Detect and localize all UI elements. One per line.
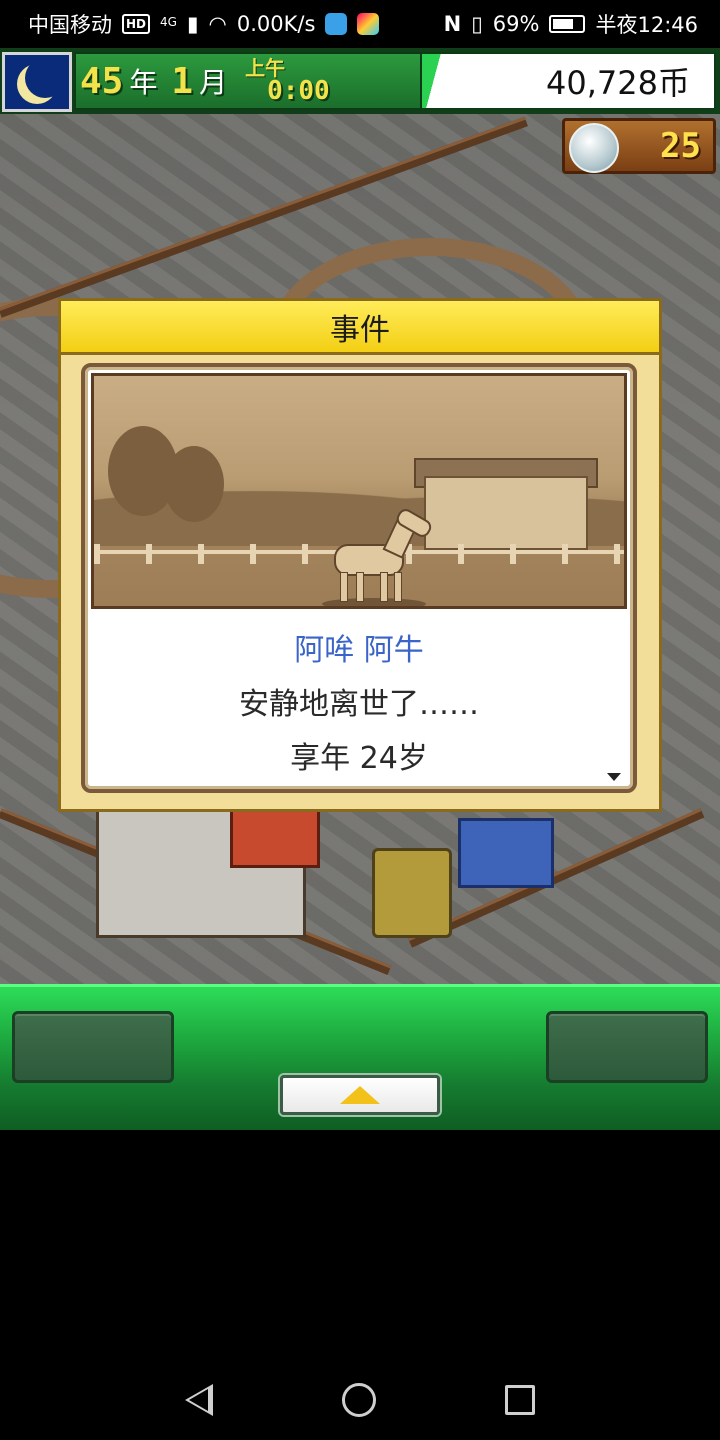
recent-apps-icon[interactable]	[505, 1385, 536, 1415]
battery-percent: 69%	[492, 12, 540, 36]
signal-icon: ▮	[186, 12, 199, 36]
moon-icon	[25, 58, 65, 98]
horse-leg	[380, 572, 388, 602]
system-nav-bar	[0, 1360, 720, 1440]
medal-counter[interactable]: 25	[562, 118, 716, 174]
horse-statue[interactable]	[372, 848, 452, 938]
horse-leg	[340, 572, 348, 602]
expand-menu-button[interactable]	[280, 1075, 440, 1115]
stable-roof	[230, 808, 320, 868]
message-line-1: 安静地离世了……	[239, 687, 479, 722]
month-number: 1	[171, 60, 194, 102]
event-illustration	[91, 373, 627, 609]
home-icon[interactable]	[341, 1383, 376, 1417]
horse-leg	[394, 572, 402, 602]
hd-badge: HD	[122, 14, 151, 34]
horse-shadow	[322, 598, 426, 606]
event-dialog[interactable]: 事件 阿哞 阿牛 安静地离世了…… 享年 24岁	[58, 298, 662, 812]
wifi-icon: ◠	[208, 12, 227, 36]
horse-medal-icon	[569, 123, 619, 173]
message-line-2: 享年 24岁	[290, 741, 428, 776]
horse-leg	[356, 572, 364, 602]
month-unit: 月	[199, 66, 228, 99]
status-bar: 中国移动 HD 4G ▮ ◠ 0.00K/s N ▯ 69% 半夜12:46	[0, 0, 720, 48]
year-number: 45	[80, 60, 124, 102]
ampm-label: 上午	[245, 56, 286, 80]
year-unit: 年	[129, 66, 158, 99]
app-notification-icon	[325, 13, 348, 35]
money-amount: 40,728币	[546, 64, 690, 102]
back-icon[interactable]	[184, 1384, 213, 1416]
blue-house[interactable]	[458, 818, 554, 888]
game-viewport[interactable]: 45 年 1 月 上午 0:00 40,728币 25 事件 阿哞 阿牛 安静地…	[0, 48, 720, 1130]
time-of-day-indicator	[2, 52, 72, 112]
fence	[407, 808, 705, 948]
money-display: 40,728币	[420, 52, 716, 110]
barn	[424, 476, 588, 550]
clock: 半夜12:46	[595, 13, 698, 37]
bottom-control-bar	[0, 984, 720, 1130]
event-message: 阿哞 阿牛 安静地离世了…… 享年 24岁	[85, 625, 633, 787]
horse-name: 阿哞 阿牛	[294, 633, 424, 668]
tree	[164, 446, 224, 522]
right-menu-button[interactable]	[546, 1011, 708, 1083]
up-arrow-icon	[340, 1086, 380, 1104]
carrier-label: 中国移动	[28, 13, 112, 37]
left-menu-button[interactable]	[12, 1011, 174, 1083]
network-type: 4G	[160, 15, 177, 29]
medal-count: 25	[660, 126, 701, 166]
clock-time: 0:00	[267, 76, 330, 106]
time-display: 上午 0:00	[245, 58, 330, 104]
dialog-header: 事件	[61, 301, 659, 355]
dialog-title: 事件	[330, 312, 390, 348]
app-notification-icon	[357, 13, 380, 35]
nfc-icon: N	[443, 12, 462, 36]
event-panel[interactable]: 阿哞 阿牛 安静地离世了…… 享年 24岁	[81, 363, 637, 793]
network-speed: 0.00K/s	[236, 12, 316, 36]
vibrate-icon: ▯	[471, 12, 483, 36]
top-hud: 45 年 1 月 上午 0:00 40,728币	[0, 48, 720, 114]
continue-arrow-icon[interactable]	[607, 773, 621, 781]
battery-icon	[549, 15, 586, 33]
date-bar: 45 年 1 月 上午 0:00	[74, 52, 426, 110]
